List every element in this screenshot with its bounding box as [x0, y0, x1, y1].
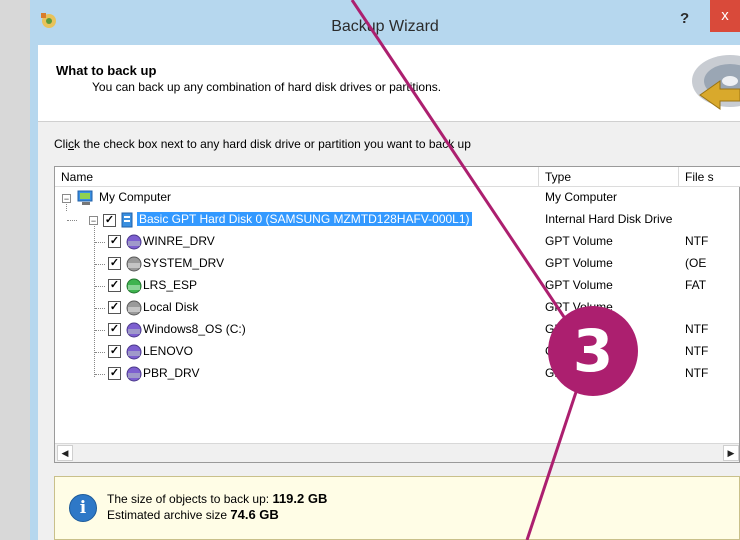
tree-row-partition[interactable]: ✓ WINRE_DRV GPT Volume NTF — [55, 231, 740, 253]
row-file-system: NTF — [685, 344, 709, 358]
row-type: GPT Volume — [545, 256, 613, 270]
window-title: Backup Wizard — [331, 18, 439, 35]
instruction-text: Click the check box next to any hard dis… — [54, 137, 471, 151]
column-header-name[interactable]: Name — [55, 167, 539, 187]
tree-line — [95, 286, 105, 287]
partition-checkbox[interactable]: ✓ — [108, 301, 121, 314]
info-icon: i — [69, 494, 97, 522]
tree-line — [95, 264, 105, 265]
row-name-selected: Basic GPT Hard Disk 0 (SAMSUNG MZMTD128H… — [137, 212, 472, 226]
computer-icon — [77, 190, 93, 205]
row-type: My Computer — [545, 190, 618, 204]
tree-line — [95, 308, 105, 309]
tree-row-my-computer[interactable]: − My Computer My Computer — [55, 187, 740, 209]
scroll-left-button[interactable]: ◀ — [57, 445, 73, 461]
instruction-part: Cli — [54, 137, 68, 151]
tree-line — [95, 330, 105, 331]
row-file-system: (OE — [685, 256, 707, 270]
tree-row-hard-disk[interactable]: − ✓ Basic GPT Hard Disk 0 (SAMSUNG MZMTD… — [55, 209, 740, 231]
row-name: Windows8_OS (C:) — [143, 322, 246, 336]
tree-row-partition[interactable]: ✓ PBR_DRV GPT Volume NTF — [55, 363, 740, 385]
partition-checkbox[interactable]: ✓ — [108, 323, 121, 336]
volume-icon — [126, 322, 142, 338]
archive-size-value: 74.6 GB — [230, 507, 279, 522]
row-name: My Computer — [99, 190, 172, 204]
archive-size-line: Estimated archive size 74.6 GB — [107, 507, 279, 522]
row-name: WINRE_DRV — [143, 234, 215, 248]
partition-checkbox[interactable]: ✓ — [108, 367, 121, 380]
scroll-right-button[interactable]: ▶ — [723, 445, 739, 461]
backup-disc-icon — [692, 55, 740, 110]
archive-size-label: Estimated archive size — [107, 508, 228, 522]
column-header-type[interactable]: Type — [539, 167, 679, 187]
objects-size-line: The size of objects to back up: 119.2 GB — [107, 491, 327, 506]
backup-size-info: i The size of objects to back up: 119.2 … — [54, 476, 740, 540]
volume-icon — [126, 366, 142, 382]
row-name: PBR_DRV — [143, 366, 200, 380]
header-title: What to back up — [56, 63, 157, 78]
tree-line — [95, 374, 105, 375]
column-header-file-system[interactable]: File s — [679, 167, 740, 187]
title-bar[interactable]: Backup Wizard ? x — [30, 0, 740, 45]
tree-row-partition[interactable]: ✓ Local Disk GPT Volume — [55, 297, 740, 319]
close-button[interactable]: x — [710, 0, 740, 32]
tree-row-partition[interactable]: ✓ LRS_ESP GPT Volume FAT — [55, 275, 740, 297]
objects-size-label: The size of objects to back up: — [107, 492, 270, 506]
volume-icon — [126, 234, 142, 250]
volume-icon — [126, 344, 142, 360]
background-strip — [0, 0, 30, 540]
hard-disk-icon — [121, 212, 133, 228]
row-name: Local Disk — [143, 300, 199, 314]
objects-size-value: 119.2 GB — [272, 491, 328, 506]
row-file-system: NTF — [685, 322, 709, 336]
partition-checkbox[interactable]: ✓ — [108, 279, 121, 292]
partition-checkbox[interactable]: ✓ — [108, 257, 121, 270]
instruction-part: k the check box next to any hard disk dr… — [74, 137, 471, 151]
tree-line — [67, 220, 77, 221]
hard-disk-checkbox[interactable]: ✓ — [103, 214, 116, 227]
partition-checkbox[interactable]: ✓ — [108, 235, 121, 248]
row-file-system: NTF — [685, 366, 709, 380]
partition-checkbox[interactable]: ✓ — [108, 345, 121, 358]
row-name: Basic GPT Hard Disk 0 (SAMSUNG MZMTD128H… — [137, 212, 472, 226]
header-subtitle: You can back up any combination of hard … — [92, 80, 442, 94]
row-name: LRS_ESP — [143, 278, 198, 292]
help-button[interactable]: ? — [680, 10, 689, 27]
row-file-system: FAT — [685, 278, 707, 292]
row-name: LENOVO — [143, 344, 194, 358]
tree-row-partition[interactable]: ✓ Windows8_OS (C:) GPT Volume NTF — [55, 319, 740, 341]
tree-line — [95, 242, 105, 243]
volume-icon — [126, 256, 142, 272]
disk-tree-grid[interactable]: Name Type File s − My Computer My Comput… — [54, 166, 740, 463]
row-file-system: NTF — [685, 234, 709, 248]
row-name: SYSTEM_DRV — [143, 256, 225, 270]
step-number-badge: 3 — [548, 306, 638, 396]
tree-line — [95, 352, 105, 353]
row-type: GPT Volume — [545, 234, 613, 248]
row-type: GPT Volume — [545, 278, 613, 292]
volume-icon — [126, 300, 142, 316]
collapse-toggle[interactable]: − — [62, 194, 71, 204]
collapse-toggle[interactable]: − — [89, 216, 98, 226]
row-type: Internal Hard Disk Drive — [545, 212, 673, 226]
wizard-client-area: What to back up You can back up any comb… — [38, 45, 740, 540]
horizontal-scrollbar[interactable]: ◀ ▶ — [55, 443, 739, 462]
backup-wizard-window: Backup Wizard ? x What to back up You ca… — [30, 0, 740, 540]
tree-row-partition[interactable]: ✓ SYSTEM_DRV GPT Volume (OE — [55, 253, 740, 275]
wizard-header: What to back up You can back up any comb… — [38, 45, 740, 122]
volume-icon — [126, 278, 142, 294]
